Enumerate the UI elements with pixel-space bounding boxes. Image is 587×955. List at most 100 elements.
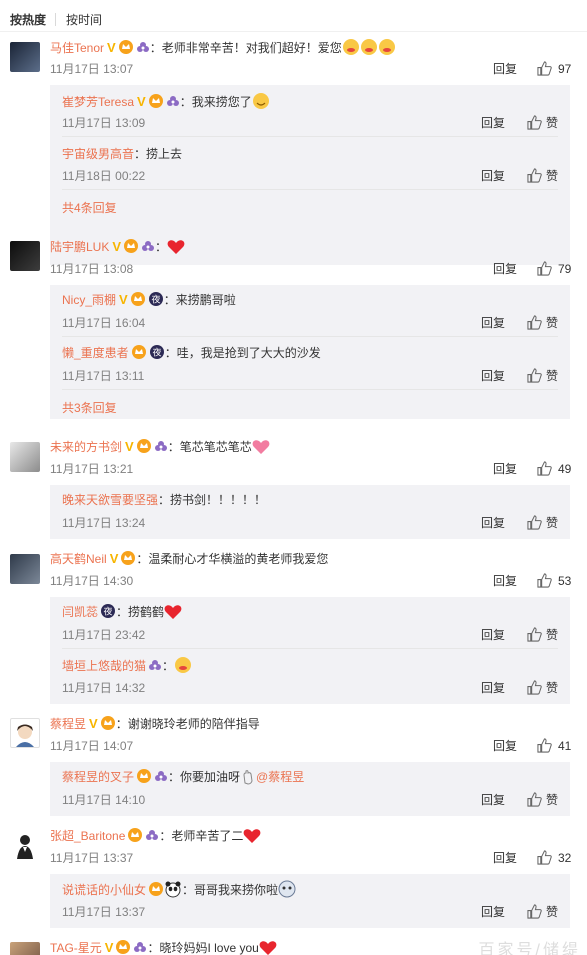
comment-time: 11月17日 13:21 xyxy=(50,462,134,476)
heart-emoji xyxy=(252,439,270,460)
avatar[interactable] xyxy=(10,442,40,472)
watermark: 百家号/储缇 xyxy=(478,942,581,955)
gesture-emoji xyxy=(240,769,256,790)
comment-time: 11月17日 13:37 xyxy=(50,851,134,865)
verified-v-icon: V xyxy=(125,439,134,454)
like-button[interactable]: 赞 xyxy=(527,515,562,531)
reply-time: 11月17日 13:09 xyxy=(62,116,146,130)
reply-username[interactable]: 闫凯蕊 xyxy=(62,605,98,619)
reply-username[interactable]: 蔡程昱的叉子 xyxy=(62,770,134,784)
reply-button[interactable]: 回复 xyxy=(493,738,517,754)
reply-username[interactable]: 说谎话的小仙女 xyxy=(62,883,146,897)
like-button[interactable]: 赞 xyxy=(527,115,562,131)
reply-button[interactable]: 回复 xyxy=(493,61,517,77)
sort-by-time-tab[interactable]: 按时间 xyxy=(66,12,102,28)
like-button[interactable]: 49 xyxy=(537,461,577,477)
svg-text:夜: 夜 xyxy=(151,294,160,306)
thumbs-up-icon xyxy=(527,904,542,919)
reply-button[interactable]: 回复 xyxy=(493,261,517,277)
reply-button[interactable]: 回复 xyxy=(481,315,505,331)
sort-divider xyxy=(55,13,56,26)
avatar[interactable] xyxy=(10,554,40,584)
avatar[interactable] xyxy=(10,718,40,748)
thumbs-up-icon xyxy=(537,738,552,753)
comment-username[interactable]: 蔡程昱 xyxy=(50,717,86,731)
mention-link[interactable]: @蔡程昱 xyxy=(256,770,304,784)
vip-crown-icon xyxy=(115,939,131,955)
comment-text: 老师辛苦了二 xyxy=(171,829,244,843)
like-count: 97 xyxy=(558,62,572,76)
sort-by-hot-tab[interactable]: 按热度 xyxy=(10,12,46,28)
thumbs-up-icon xyxy=(527,315,542,330)
reply-button[interactable]: 回复 xyxy=(481,680,505,696)
verified-v-icon: V xyxy=(104,940,114,955)
thumbs-up-icon xyxy=(527,168,542,183)
like-button[interactable]: 赞 xyxy=(527,627,562,643)
like-label: 赞 xyxy=(546,316,559,330)
reply-username[interactable]: 崔梦芳Teresa xyxy=(62,95,134,109)
reply-username[interactable]: 宇宙级男高音 xyxy=(62,147,134,161)
avatar[interactable] xyxy=(10,942,40,955)
reply-username[interactable]: Nicy_雨棚 xyxy=(62,293,116,307)
like-count: 49 xyxy=(558,462,572,476)
cute-emoji xyxy=(278,880,296,903)
like-button[interactable]: 赞 xyxy=(527,168,562,184)
view-more-replies-link[interactable]: 共3条回复 xyxy=(62,400,117,416)
avatar[interactable] xyxy=(10,241,40,271)
reply-button[interactable]: 回复 xyxy=(481,792,505,808)
comment-line: 张超_Baritone ：老师辛苦了二 xyxy=(50,827,261,845)
reply-line: 晚来天欲雪要坚强：捞书剑！！！！！ xyxy=(62,493,267,507)
reply-button[interactable]: 回复 xyxy=(481,115,505,131)
comment-time: 11月17日 14:07 xyxy=(50,739,134,753)
like-label: 赞 xyxy=(546,516,559,530)
reply-line: 崔梦芳Teresa V ：我来捞您了 xyxy=(62,92,270,110)
comment-username[interactable]: 马佳Tenor xyxy=(50,41,104,55)
comment-username[interactable]: 未来的方书剑 xyxy=(50,440,122,454)
reply-time: 11月17日 16:04 xyxy=(62,316,146,330)
reply-button[interactable]: 回复 xyxy=(493,850,517,866)
view-more-replies-link[interactable]: 共4条回复 xyxy=(62,200,117,216)
comment-username[interactable]: 张超_Baritone xyxy=(50,829,125,843)
reply-button[interactable]: 回复 xyxy=(481,515,505,531)
reply-box: 说谎话的小仙女 ：哥哥我来捞你啦 11月17日 13:37 回复 赞 xyxy=(50,874,570,928)
like-label: 赞 xyxy=(546,628,559,642)
reply-button[interactable]: 回复 xyxy=(481,904,505,920)
like-label: 赞 xyxy=(546,369,559,383)
like-button[interactable]: 赞 xyxy=(527,904,562,920)
comment-line: TAG-星元 V ：晓玲妈妈I love you xyxy=(50,939,277,955)
like-button[interactable]: 赞 xyxy=(527,680,562,696)
reply-username[interactable]: 懒_重度患者 xyxy=(62,346,129,360)
heart-emoji xyxy=(167,239,185,260)
reply-line: 宇宙级男高音：捞上去 xyxy=(62,147,183,161)
night-badge-icon: 夜 xyxy=(100,603,116,624)
like-button[interactable]: 97 xyxy=(537,61,577,77)
like-button[interactable]: 赞 xyxy=(527,368,562,384)
reply-username[interactable]: 晚来天欲雪要坚强 xyxy=(62,493,158,507)
laugh-emoji xyxy=(342,38,396,61)
comment-text: 晓玲妈妈I love you xyxy=(159,941,259,955)
verified-v-icon: V xyxy=(89,716,98,731)
reply-username[interactable]: 墙垣上悠哉的猫 xyxy=(62,659,146,673)
like-button[interactable]: 32 xyxy=(537,850,577,866)
svg-text:夜: 夜 xyxy=(152,347,161,359)
reply-button[interactable]: 回复 xyxy=(481,368,505,384)
avatar[interactable] xyxy=(10,830,40,860)
reply-text: 你要加油呀 xyxy=(180,770,241,784)
comment-time: 11月17日 13:08 xyxy=(50,262,134,276)
like-button[interactable]: 41 xyxy=(537,738,577,754)
reply-button[interactable]: 回复 xyxy=(493,461,517,477)
avatar[interactable] xyxy=(10,42,40,72)
reply-button[interactable]: 回复 xyxy=(481,168,505,184)
like-button[interactable]: 赞 xyxy=(527,792,562,808)
like-button[interactable]: 53 xyxy=(537,573,577,589)
like-button[interactable]: 赞 xyxy=(527,315,562,331)
comment-username[interactable]: 陆宇鹏LUK xyxy=(50,240,109,254)
like-button[interactable]: 79 xyxy=(537,261,577,277)
like-label: 赞 xyxy=(546,681,559,695)
reply-button[interactable]: 回复 xyxy=(493,573,517,589)
comment-username[interactable]: 高天鹤Neil xyxy=(50,552,107,566)
reply-button[interactable]: 回复 xyxy=(481,627,505,643)
vip-crown-icon xyxy=(100,715,116,736)
comment-username[interactable]: TAG-星元 xyxy=(50,941,102,955)
thumbs-up-icon xyxy=(527,680,542,695)
